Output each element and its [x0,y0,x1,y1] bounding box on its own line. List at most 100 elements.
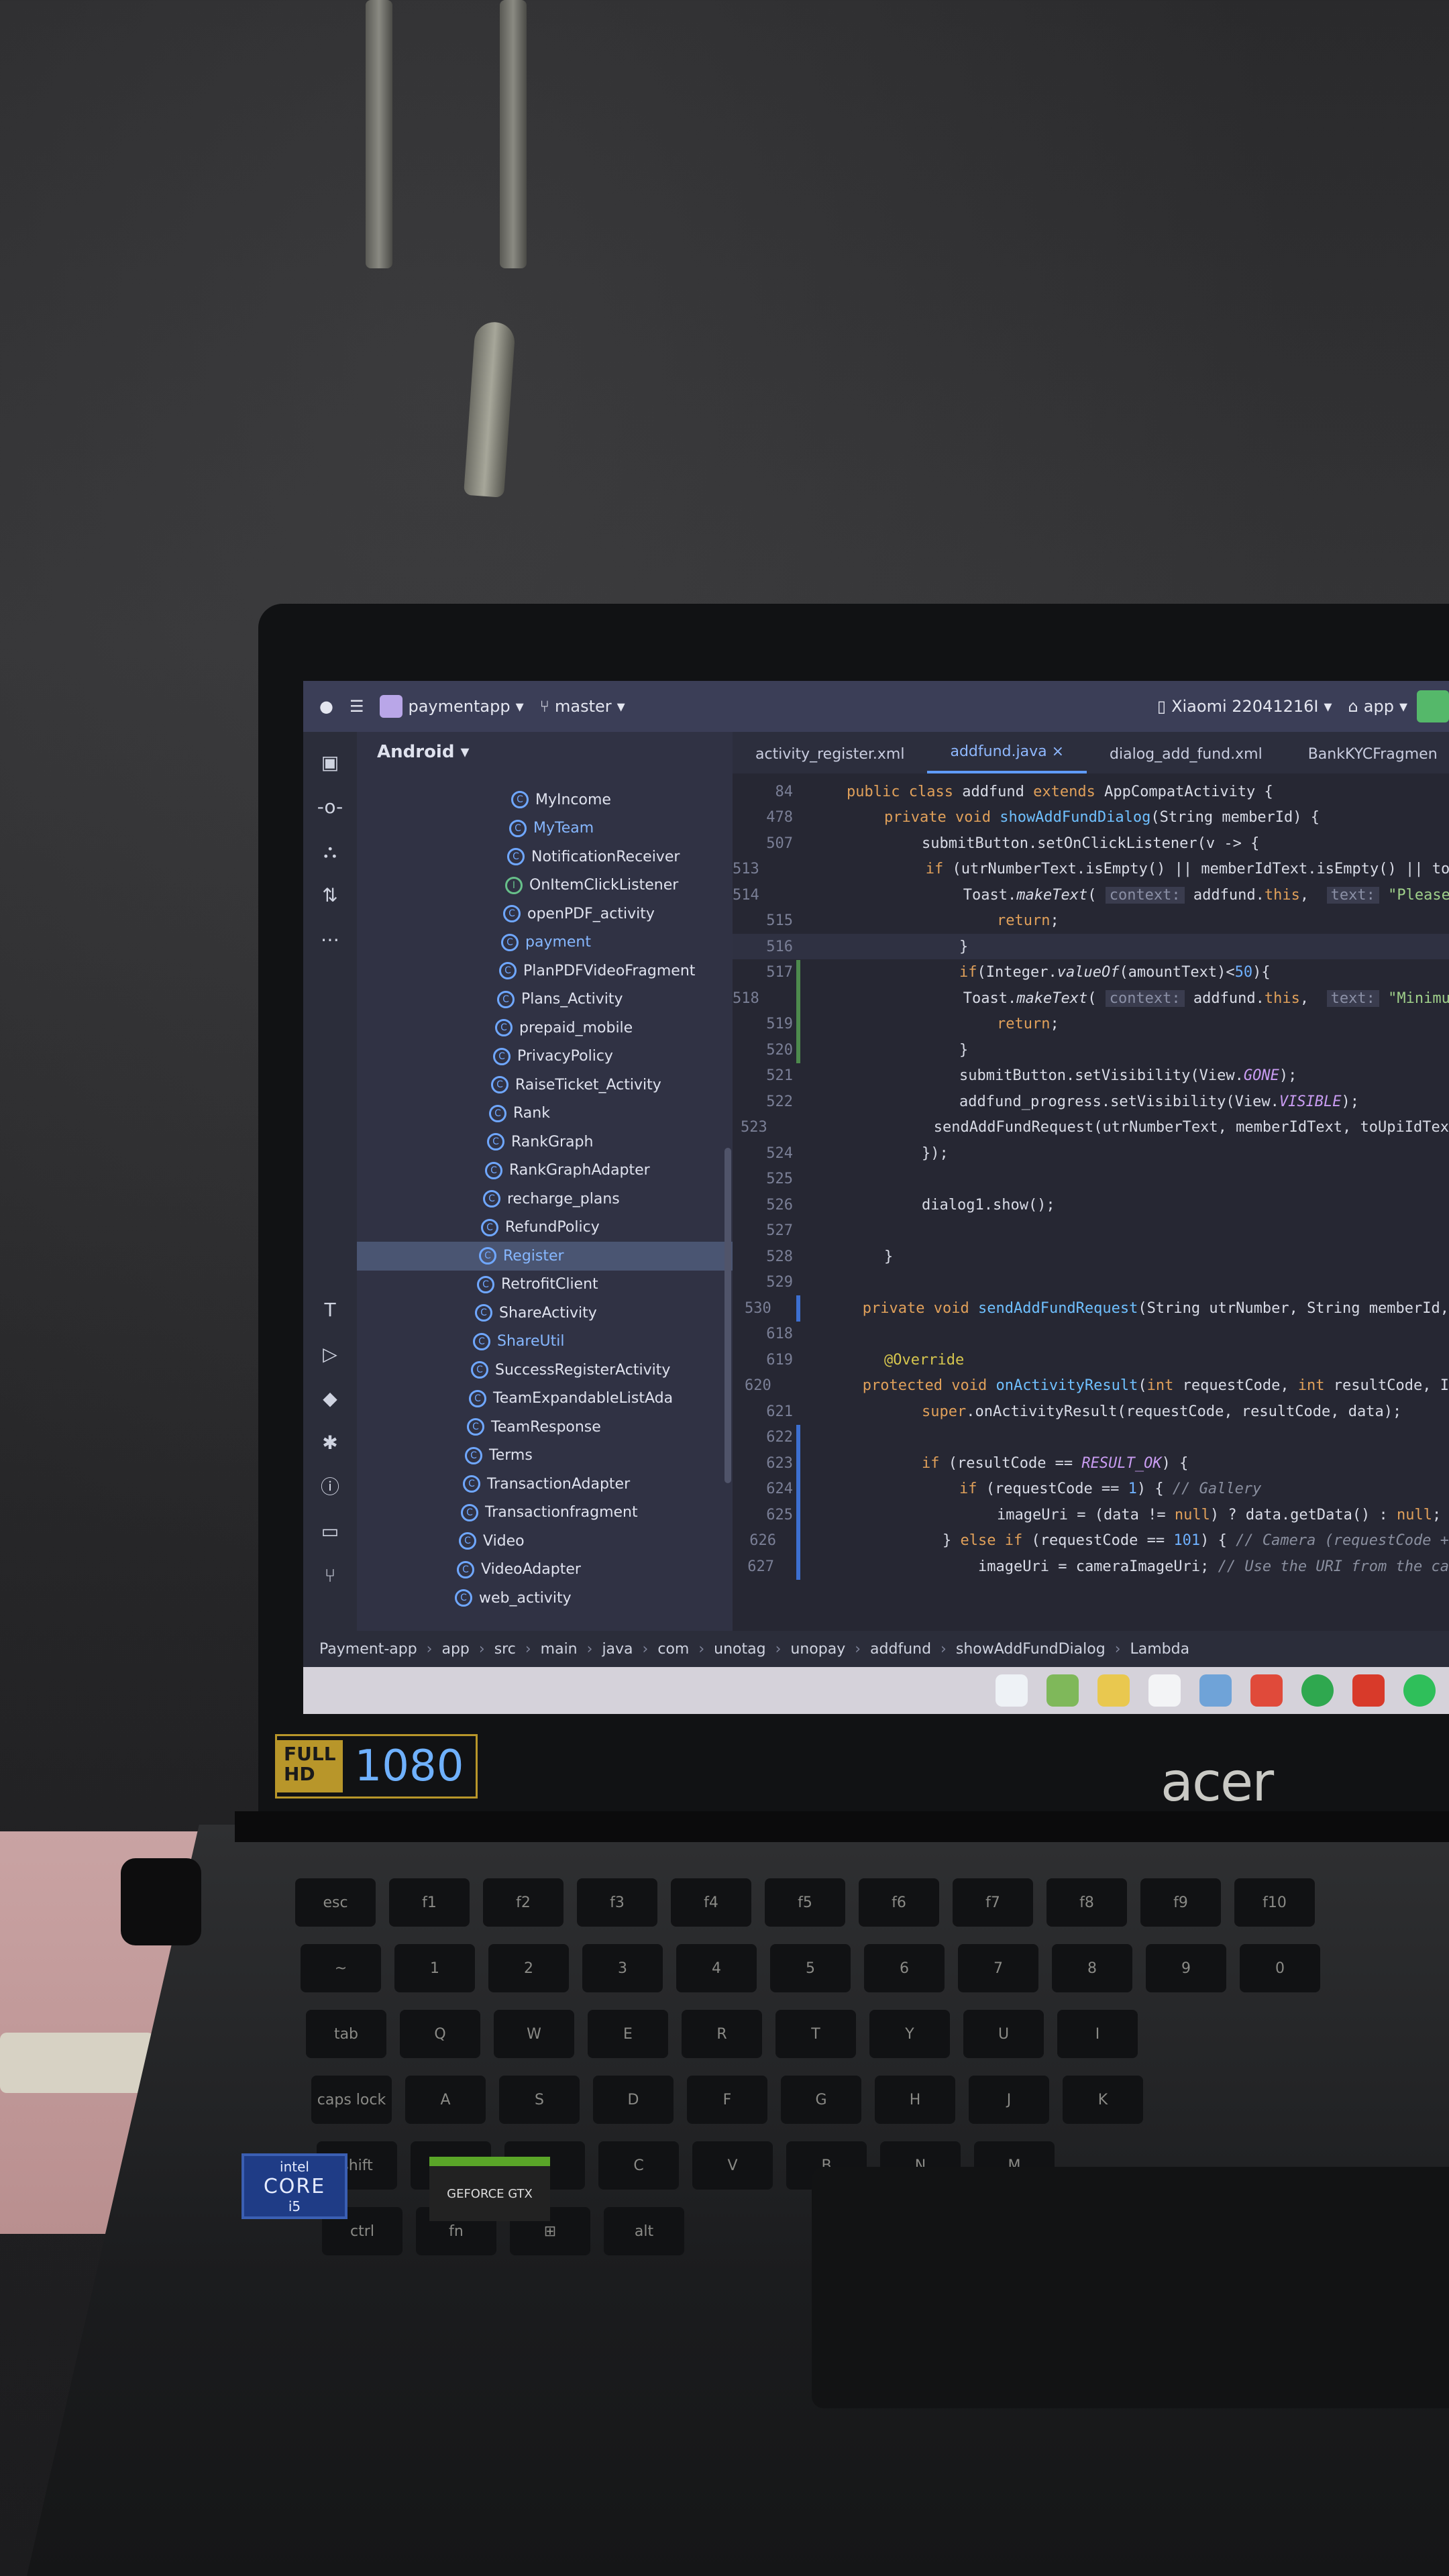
code-editor[interactable]: 84 public class addfund extends AppCompat… [733,773,1449,1631]
code-line[interactable]: 619 @Override [733,1347,1449,1373]
keyboard-key[interactable]: caps lock [311,2076,392,2124]
code-line[interactable]: 478 private void showAddFundDialog(String… [733,805,1449,830]
project-tree-item[interactable]: Cweb_activity [357,1584,733,1613]
more-tools-icon[interactable]: ⋯ [317,926,343,953]
keyboard-key[interactable]: U [963,2010,1044,2058]
breadcrumb-item[interactable]: Payment-app [319,1641,417,1658]
keyboard-key[interactable]: R [682,2010,762,2058]
project-tree-item[interactable]: C VideoAdapter [357,1556,733,1585]
terminal-icon[interactable]: ▭ [317,1518,343,1545]
code-line[interactable]: 522 addfund_progress.setVisibility(View.V… [733,1089,1449,1114]
touchpad[interactable] [812,2167,1449,2408]
project-tree-item[interactable]: C Register [357,1242,733,1271]
code-line[interactable]: 514 Toast.makeText( context: addfund.this… [733,882,1449,908]
breadcrumb-item[interactable]: showAddFundDialog [956,1641,1106,1658]
code-line[interactable]: 521 submitButton.setVisibility(View.GONE)… [733,1063,1449,1089]
code-line[interactable]: 625 imageUri = (data != null) ? data.getD… [733,1502,1449,1527]
code-line[interactable]: 507 submitButton.setOnClickListener(v -> … [733,830,1449,856]
keyboard-key[interactable]: F [687,2076,767,2124]
keyboard-key[interactable]: 2 [488,1944,569,1992]
keyboard-key[interactable]: 6 [864,1944,945,1992]
chrome-icon[interactable] [1046,1674,1079,1707]
app-quality-icon[interactable]: ◆ [317,1385,343,1412]
project-tree-item[interactable]: C RefundPolicy [357,1214,733,1242]
code-line[interactable]: 530 private void sendAddFundRequest(Strin… [733,1295,1449,1321]
device-selector[interactable]: ▯ Xiaomi 22041216I ▾ [1157,697,1332,716]
keyboard-key[interactable]: W [494,2010,574,2058]
run-icon[interactable]: ▷ [317,1341,343,1368]
pull-requests-icon[interactable]: ⇅ [317,882,343,909]
keyboard-key[interactable]: f1 [389,1878,470,1927]
git-icon[interactable]: ⑂ [317,1562,343,1589]
code-line[interactable]: 520} [733,1037,1449,1063]
keyboard-key[interactable]: 8 [1052,1944,1132,1992]
apply-changes-button[interactable] [1417,690,1449,722]
project-tree-item[interactable]: Cpayment [357,928,733,957]
code-line[interactable]: 84 public class addfund extends AppCompat… [733,779,1449,804]
build-icon[interactable]: T [317,1297,343,1324]
keyboard-key[interactable]: J [969,2076,1049,2124]
keyboard-key[interactable]: f10 [1234,1878,1315,1927]
project-tree-item[interactable]: C ShareActivity [357,1299,733,1328]
code-line[interactable]: 513 if (utrNumberText.isEmpty() || member… [733,857,1449,882]
keyboard-key[interactable]: C [598,2141,679,2190]
spotify-icon[interactable] [1403,1674,1436,1707]
keyboard-key[interactable]: 0 [1240,1944,1320,1992]
breadcrumb-item[interactable]: unopay [790,1641,845,1658]
project-tree-item[interactable]: C RankGraphAdapter [357,1157,733,1185]
project-pane-scrollbar[interactable] [724,1148,731,1483]
code-line[interactable]: 626} else if (requestCode == 101) { // C… [733,1528,1449,1554]
keyboard-key[interactable]: f3 [577,1878,657,1927]
breadcrumb-item[interactable]: main [541,1641,578,1658]
project-tree-item[interactable]: Cprepaid_mobile [357,1014,733,1042]
editor-tab[interactable]: dialog_add_fund.xml [1087,746,1285,773]
project-tree-item[interactable]: C PrivacyPolicy [357,1042,733,1071]
keyboard-key[interactable]: V [692,2141,773,2190]
project-tree-item[interactable]: C TransactionAdapter [357,1470,733,1499]
breadcrumb-item[interactable]: addfund [870,1641,931,1658]
code-line[interactable]: 516} [733,934,1449,959]
keyboard-key[interactable]: K [1063,2076,1143,2124]
keyboard-key[interactable]: f2 [483,1878,564,1927]
logcat-icon[interactable]: ✱ [317,1430,343,1456]
run-config-selector[interactable]: ⌂ app ▾ [1348,697,1407,716]
editor-tab[interactable]: addfund.java × [927,743,1087,773]
keyboard-key[interactable]: 9 [1146,1944,1226,1992]
breadcrumb-item[interactable]: src [494,1641,516,1658]
code-line[interactable]: 525 [733,1167,1449,1192]
keyboard-key[interactable]: G [781,2076,861,2124]
code-line[interactable]: 519 return; [733,1012,1449,1037]
project-tree-item[interactable]: C SuccessRegisterActivity [357,1356,733,1385]
project-tree-item[interactable]: I OnItemClickListener [357,871,733,900]
code-line[interactable]: 620 protected void onActivityResult(int r… [733,1373,1449,1399]
project-tree-item[interactable]: C TeamExpandableListAda [357,1385,733,1413]
keyboard-key[interactable]: I [1057,2010,1138,2058]
project-tree-item[interactable]: C MyIncome [357,786,733,814]
media-icon[interactable] [1250,1674,1283,1707]
keyboard-key[interactable]: 4 [676,1944,757,1992]
main-menu-icon[interactable]: ☰ [350,697,364,716]
keyboard-key[interactable]: f6 [859,1878,939,1927]
keyboard-key[interactable]: T [775,2010,856,2058]
project-tree-item[interactable]: C TeamResponse [357,1413,733,1442]
breadcrumb-item[interactable]: com [657,1641,689,1658]
project-tree-item[interactable]: C NotificationReceiver [357,843,733,871]
code-line[interactable]: 517 if(Integer.valueOf(amountText)<50){ [733,960,1449,985]
project-tree-item[interactable]: Crecharge_plans [357,1185,733,1214]
branch-selector[interactable]: ⑂ master ▾ [540,697,625,716]
project-tree-item[interactable]: CopenPDF_activity [357,900,733,928]
keyboard-key[interactable]: Q [400,2010,480,2058]
project-tree-item[interactable]: C RetrofitClient [357,1271,733,1299]
folder-taskbar-icon[interactable] [1199,1674,1232,1707]
editor-tab[interactable]: activity_register.xml [733,746,927,773]
code-line[interactable]: 526 dialog1.show(); [733,1192,1449,1218]
keyboard-key[interactable]: alt [604,2207,684,2255]
keyboard-key[interactable]: f5 [765,1878,845,1927]
keyboard-key[interactable]: A [405,2076,486,2124]
code-line[interactable]: 515 return; [733,908,1449,934]
folder-icon[interactable]: ▣ [317,749,343,776]
project-tree-item[interactable]: C Transactionfragment [357,1499,733,1527]
code-line[interactable]: 527 [733,1218,1449,1244]
keyboard-key[interactable]: S [499,2076,580,2124]
whatsapp-icon[interactable] [1301,1674,1334,1707]
